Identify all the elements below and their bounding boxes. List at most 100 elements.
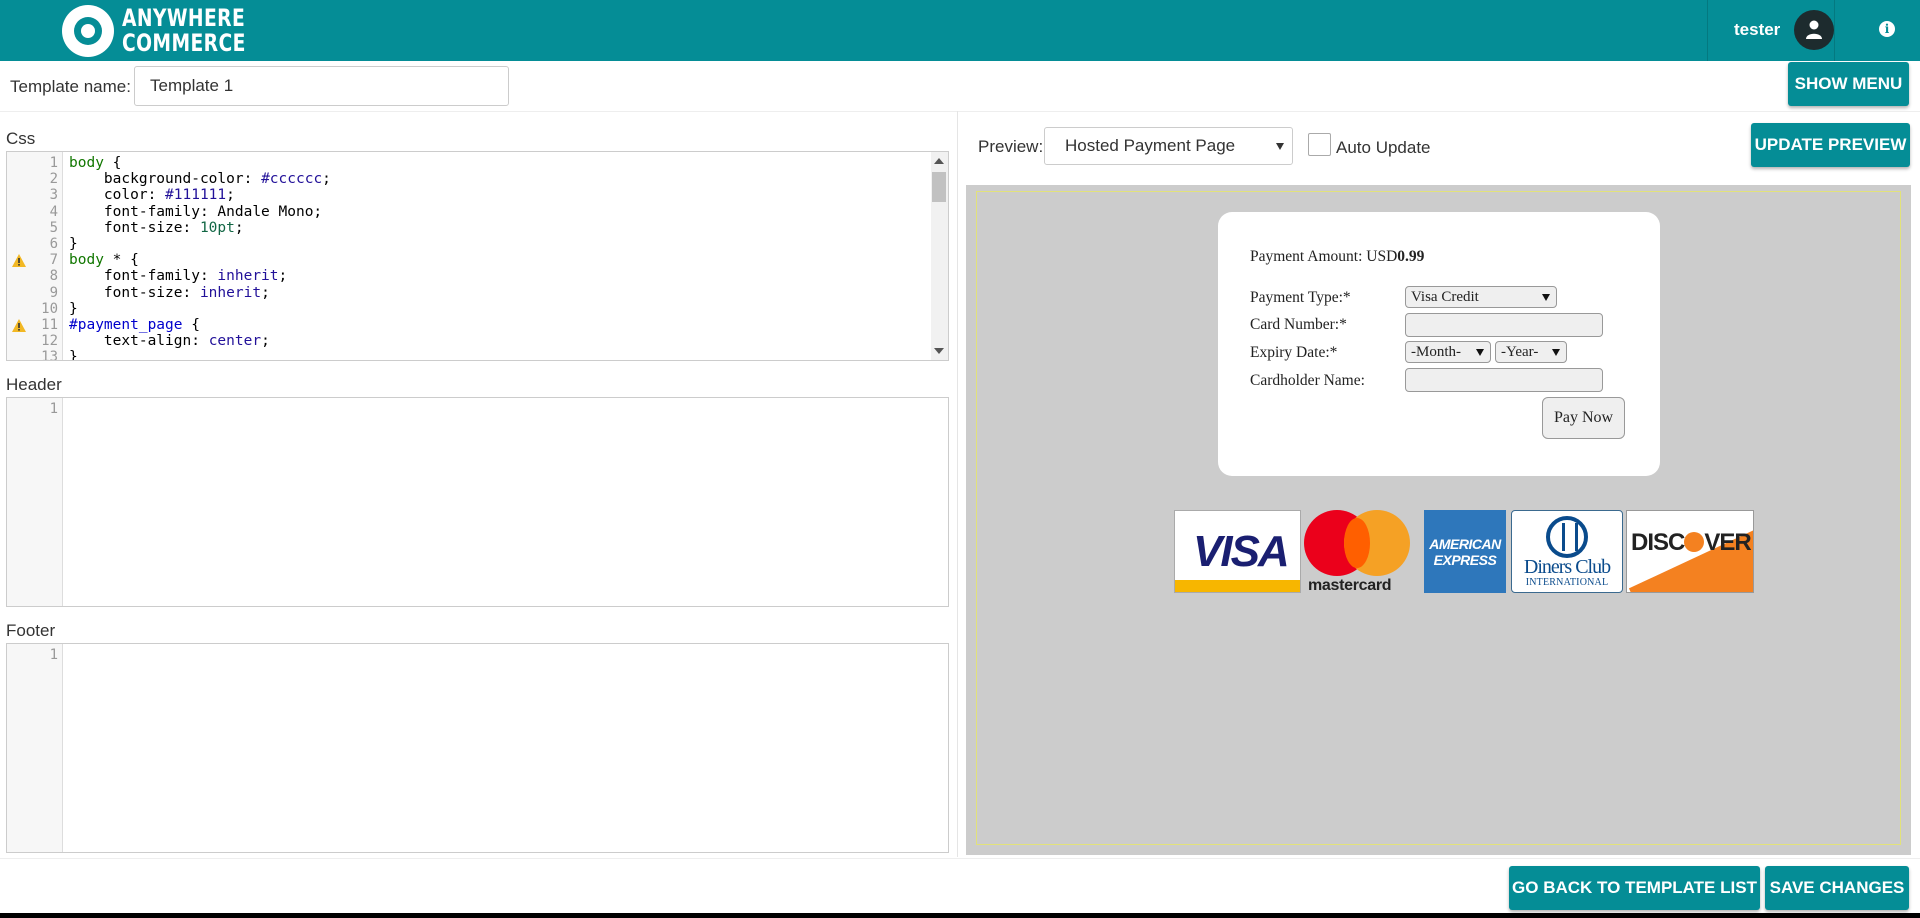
css-label: Css [6, 129, 36, 148]
line-number: 7 [49, 252, 58, 269]
code-token: body [69, 252, 104, 269]
expiry-month-select[interactable]: -Month- [1405, 341, 1491, 363]
header-label: Header [6, 375, 62, 394]
back-to-template-list-button[interactable]: GO BACK TO TEMPLATE LIST [1509, 866, 1760, 910]
save-changes-button[interactable]: SAVE CHANGES [1765, 866, 1909, 910]
diners-subtext: INTERNATIONAL [1525, 577, 1609, 588]
code-line[interactable]: body * { [69, 252, 139, 268]
caret-down-icon [1542, 294, 1550, 301]
auto-update-checkbox[interactable] [1308, 133, 1331, 156]
preview-pane: Payment Amount: USD0.99 Payment Type:* V… [966, 185, 1911, 855]
info-menu[interactable]: i [1834, 0, 1920, 61]
update-preview-button[interactable]: UPDATE PREVIEW [1751, 123, 1910, 167]
diners-icon [1546, 516, 1588, 558]
line-number: 4 [49, 203, 58, 220]
line-number: 1 [49, 155, 58, 171]
header-editor[interactable]: 1 [6, 397, 949, 607]
code-line[interactable]: } [69, 349, 78, 361]
scroll-down-icon[interactable] [934, 348, 944, 354]
visa-text: VISA [1193, 527, 1290, 576]
payment-type-value: Visa Credit [1411, 289, 1479, 305]
code-line[interactable]: } [69, 301, 78, 317]
amex-text: AMERICAN EXPRESS [1424, 536, 1506, 568]
diners-club-logo: Diners Club INTERNATIONAL [1511, 510, 1623, 593]
warning-icon[interactable] [12, 319, 26, 332]
footer-editor[interactable]: 1 [6, 643, 949, 853]
code-token: font-size: [69, 284, 200, 301]
mastercard-logo: mastercard [1304, 510, 1426, 594]
footer-divider [0, 858, 1920, 859]
amex-logo: AMERICAN EXPRESS [1424, 510, 1506, 593]
scroll-up-icon[interactable] [934, 158, 944, 164]
scroll-thumb[interactable] [932, 172, 946, 202]
info-icon[interactable]: i [1879, 21, 1895, 37]
mastercard-text: mastercard [1308, 577, 1392, 594]
code-line[interactable]: font-family: Andale Mono; [69, 204, 322, 220]
logo-line2: COMMERCE [122, 29, 246, 57]
code-token: inherit [199, 284, 262, 301]
amex-line1: AMERICAN [1429, 536, 1501, 552]
discover-logo: DISC VER [1626, 510, 1754, 593]
code-token: } [69, 236, 78, 252]
code-token: inherit [217, 268, 279, 285]
code-line[interactable]: font-family: inherit; [69, 268, 287, 284]
line-number: 12 [41, 333, 58, 350]
code-token: ; [234, 219, 244, 236]
mastercard-overlap [1344, 518, 1370, 568]
line-number: 5 [49, 219, 58, 236]
line-number: 9 [49, 284, 58, 301]
top-bar: ANYWHERE COMMERCE tester i [0, 0, 1920, 61]
line-number: 10 [41, 300, 58, 317]
line-number: 8 [49, 268, 58, 285]
code-token: color: [69, 187, 166, 204]
diners-text: Diners Club [1523, 556, 1611, 578]
template-name-input[interactable] [134, 66, 509, 106]
warning-icon[interactable] [12, 254, 26, 268]
logo-text: ANYWHERE COMMERCE [122, 6, 246, 56]
month-value: -Month- [1411, 344, 1461, 360]
visa-logo: VISA [1174, 510, 1301, 593]
user-icon[interactable] [1794, 10, 1834, 50]
code-token: text-align: [69, 333, 209, 350]
line-number: 1 [49, 401, 58, 417]
line-number: 6 [49, 236, 58, 252]
preview-selected-value: Hosted Payment Page [1065, 136, 1236, 155]
code-token: ; [278, 268, 288, 285]
line-number: 11 [41, 317, 58, 333]
expiry-year-select[interactable]: -Year- [1495, 341, 1567, 363]
code-token: font-family: Andale Mono; [69, 203, 323, 220]
app-logo[interactable]: ANYWHERE COMMERCE [62, 4, 281, 58]
code-token: } [69, 349, 78, 361]
code-line[interactable]: font-size: inherit; [69, 285, 270, 301]
card-number-input[interactable] [1405, 313, 1603, 337]
css-editor[interactable]: 1 2 3 4 5 6 7 8 9 10 11 12 13 body { background-colo… [6, 151, 949, 361]
code-token: 10pt [199, 219, 235, 236]
amex-line2: EXPRESS [1433, 552, 1497, 568]
line-gutter: 1 [7, 398, 63, 606]
editor-scrollbar[interactable] [931, 152, 948, 360]
auto-update-label[interactable]: Auto Update [1336, 138, 1431, 158]
code-line[interactable]: text-align: center; [69, 333, 270, 349]
code-line[interactable]: body { [69, 155, 121, 171]
code-line[interactable]: background-color: #cccccc; [69, 171, 331, 187]
code-line[interactable]: } [69, 236, 78, 252]
code-token: #111111 [165, 187, 227, 204]
discover-text-start: DISC [1631, 529, 1685, 556]
payment-type-select[interactable]: Visa Credit [1405, 286, 1557, 308]
code-token: ; [261, 333, 270, 350]
card-number-label: Card Number:* [1250, 316, 1347, 333]
code-token: } [69, 300, 78, 317]
cardholder-label: Cardholder Name: [1250, 372, 1365, 389]
code-line[interactable]: color: #111111; [69, 187, 235, 203]
panel-divider [957, 111, 958, 857]
bottom-strip [0, 913, 1920, 918]
pay-now-button[interactable]: Pay Now [1542, 397, 1625, 439]
logo-icon [62, 5, 114, 57]
visa-stripe [1175, 580, 1300, 592]
code-line[interactable]: font-size: 10pt; [69, 220, 244, 236]
line-number: 1 [49, 647, 58, 663]
code-line[interactable]: #payment_page { [69, 317, 200, 333]
cardholder-input[interactable] [1405, 368, 1603, 392]
preview-select[interactable]: Hosted Payment Page [1044, 127, 1293, 165]
show-menu-button[interactable]: SHOW MENU [1788, 62, 1909, 106]
